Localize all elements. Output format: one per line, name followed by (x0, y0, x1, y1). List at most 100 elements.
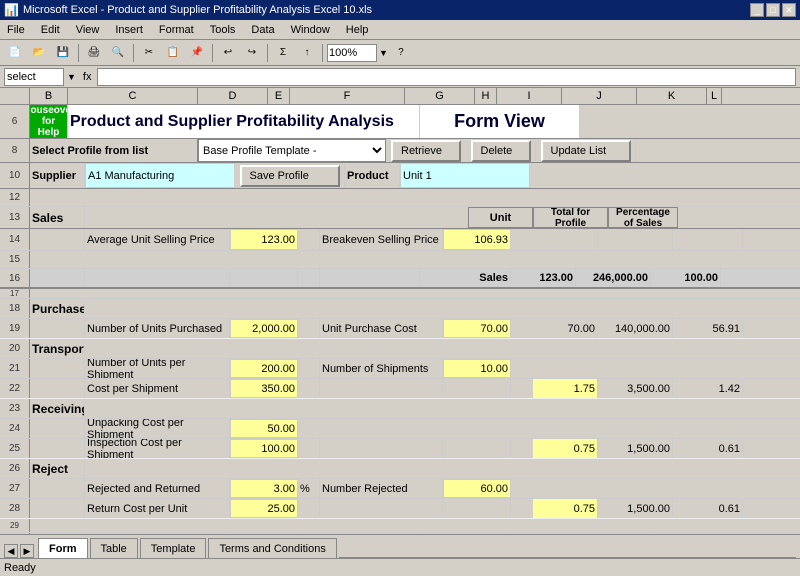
formula-input[interactable] (97, 68, 796, 86)
print-preview-button[interactable]: 🔍 (107, 42, 129, 64)
menu-window[interactable]: Window (288, 23, 333, 37)
col-header-L[interactable]: L (707, 88, 722, 104)
profile-dropdown-cell[interactable]: Base Profile Template - (198, 139, 386, 162)
main-title-text: Product and Supplier Profitability Analy… (70, 113, 394, 131)
form-view-text: Form View (454, 111, 545, 132)
col-header-J[interactable]: J (562, 88, 637, 104)
pct-header: Percentage of Sales (608, 207, 678, 228)
r14-b (30, 229, 85, 250)
col-header-I[interactable]: I (497, 88, 562, 104)
tab-table[interactable]: Table (90, 538, 138, 558)
minimize-button[interactable]: _ (750, 3, 764, 17)
help-button[interactable]: ? (390, 42, 412, 64)
menu-help[interactable]: Help (343, 23, 372, 37)
supplier-value-cell[interactable]: A1 Manufacturing (85, 163, 235, 188)
delete-button[interactable]: Delete (471, 140, 531, 162)
update-list-button[interactable]: Update List (541, 140, 631, 162)
menu-insert[interactable]: Insert (112, 23, 146, 37)
formula-bar: ▼ fx (0, 66, 800, 88)
mouseover-line1: Mouseover (30, 105, 68, 116)
unpacking-value[interactable]: 50.00 (230, 419, 298, 438)
rejected-returned-value[interactable]: 3.00 (230, 479, 298, 498)
row-29: 29 (0, 519, 800, 533)
main-title-cell: Product and Supplier Profitability Analy… (68, 105, 420, 138)
col-header-G[interactable]: G (405, 88, 475, 104)
retrieve-btn-cell: Retrieve (386, 139, 466, 162)
new-button[interactable]: 📄 (4, 42, 26, 64)
paste-button[interactable]: 📌 (186, 42, 208, 64)
tab-bar: ◀ ▶ Form Table Template Terms and Condit… (0, 534, 800, 558)
copy-button[interactable]: 📋 (162, 42, 184, 64)
row-10: 10 Supplier A1 Manufacturing Save Profil… (0, 163, 800, 189)
app-icon: 📊 (4, 3, 19, 17)
status-bar: Ready (0, 558, 800, 576)
inspection-value[interactable]: 100.00 (230, 439, 298, 458)
sum-button[interactable]: Σ (272, 42, 294, 64)
cut-button[interactable]: ✂ (138, 42, 160, 64)
delete-btn-cell: Delete (466, 139, 536, 162)
total-header: Total for Profile (533, 207, 608, 228)
menu-data[interactable]: Data (248, 23, 277, 37)
name-box[interactable] (4, 68, 64, 86)
tab-scroll-left[interactable]: ◀ (4, 544, 18, 558)
mouseover-line2: for Help (32, 116, 65, 138)
col-header-H[interactable]: H (475, 88, 497, 104)
tab-terms[interactable]: Terms and Conditions (208, 538, 336, 558)
receiving-pct-val: 0.61 (673, 439, 743, 458)
supplier-label-cell: Supplier (30, 163, 85, 188)
units-per-ship-value[interactable]: 200.00 (230, 359, 298, 378)
menu-format[interactable]: Format (156, 23, 197, 37)
col-header-E[interactable]: E (268, 88, 290, 104)
tab-template[interactable]: Template (140, 538, 207, 558)
zoom-input[interactable] (327, 44, 377, 62)
rownum-6: 6 (0, 105, 30, 138)
num-shipments-label: Number of Shipments (320, 359, 443, 378)
close-button[interactable]: ✕ (782, 3, 796, 17)
col-header-C[interactable]: C (68, 88, 198, 104)
col-header-F[interactable]: F (290, 88, 405, 104)
undo-button[interactable]: ↩ (217, 42, 239, 64)
toolbar-sep4 (267, 44, 268, 62)
menu-edit[interactable]: Edit (38, 23, 63, 37)
profile-dropdown[interactable]: Base Profile Template - (199, 140, 385, 161)
col-header-B[interactable]: B (30, 88, 68, 104)
zoom-dropdown-icon[interactable]: ▼ (379, 48, 388, 58)
open-button[interactable]: 📂 (28, 42, 50, 64)
breakeven-label-cell: Breakeven Selling Price (320, 229, 443, 250)
unit-cost-value[interactable]: 70.00 (443, 319, 511, 338)
num-shipments-value[interactable]: 10.00 (443, 359, 511, 378)
cost-per-ship-value[interactable]: 350.00 (230, 379, 298, 398)
menu-tools[interactable]: Tools (207, 23, 239, 37)
update-btn-cell: Update List (536, 139, 636, 162)
product-value-cell[interactable]: Unit 1 (400, 163, 530, 188)
num-rejected-label: Number Rejected (320, 479, 443, 498)
row-17: 17 (0, 289, 800, 299)
num-rejected-value[interactable]: 60.00 (443, 479, 511, 498)
save-profile-button[interactable]: Save Profile (240, 165, 340, 187)
units-purchased-value[interactable]: 2,000.00 (230, 319, 298, 338)
retrieve-button[interactable]: Retrieve (391, 140, 461, 162)
tab-scroll-right[interactable]: ▶ (20, 544, 34, 558)
avg-value-cell[interactable]: 123.00 (230, 229, 298, 250)
menu-file[interactable]: File (4, 23, 28, 37)
print-button[interactable]: 🖨 (83, 42, 105, 64)
purchase-unit-val: 70.00 (533, 319, 598, 338)
rownum-8: 8 (0, 139, 30, 162)
sales-unit-val: 123.00 (511, 269, 576, 287)
unpacking-label: Unpacking Cost per Shipment (85, 419, 230, 438)
menu-bar: File Edit View Insert Format Tools Data … (0, 20, 800, 40)
col-header-K[interactable]: K (637, 88, 707, 104)
col-header-D[interactable]: D (198, 88, 268, 104)
return-cost-value[interactable]: 25.00 (230, 499, 298, 518)
sort-asc-button[interactable]: ↑ (296, 42, 318, 64)
menu-view[interactable]: View (73, 23, 103, 37)
maximize-button[interactable]: □ (766, 3, 780, 17)
row-13: 13 Sales Unit Total for Profile Percenta… (0, 207, 800, 229)
row-24: 24 Unpacking Cost per Shipment 50.00 (0, 419, 800, 439)
tab-form[interactable]: Form (38, 538, 88, 558)
redo-button[interactable]: ↪ (241, 42, 263, 64)
initial-total-val: 146,500.00 (576, 533, 651, 534)
save-button[interactable]: 💾 (52, 42, 74, 64)
breakeven-value-cell[interactable]: 106.93 (443, 229, 511, 250)
transport-label-cell: Transport (30, 339, 85, 358)
